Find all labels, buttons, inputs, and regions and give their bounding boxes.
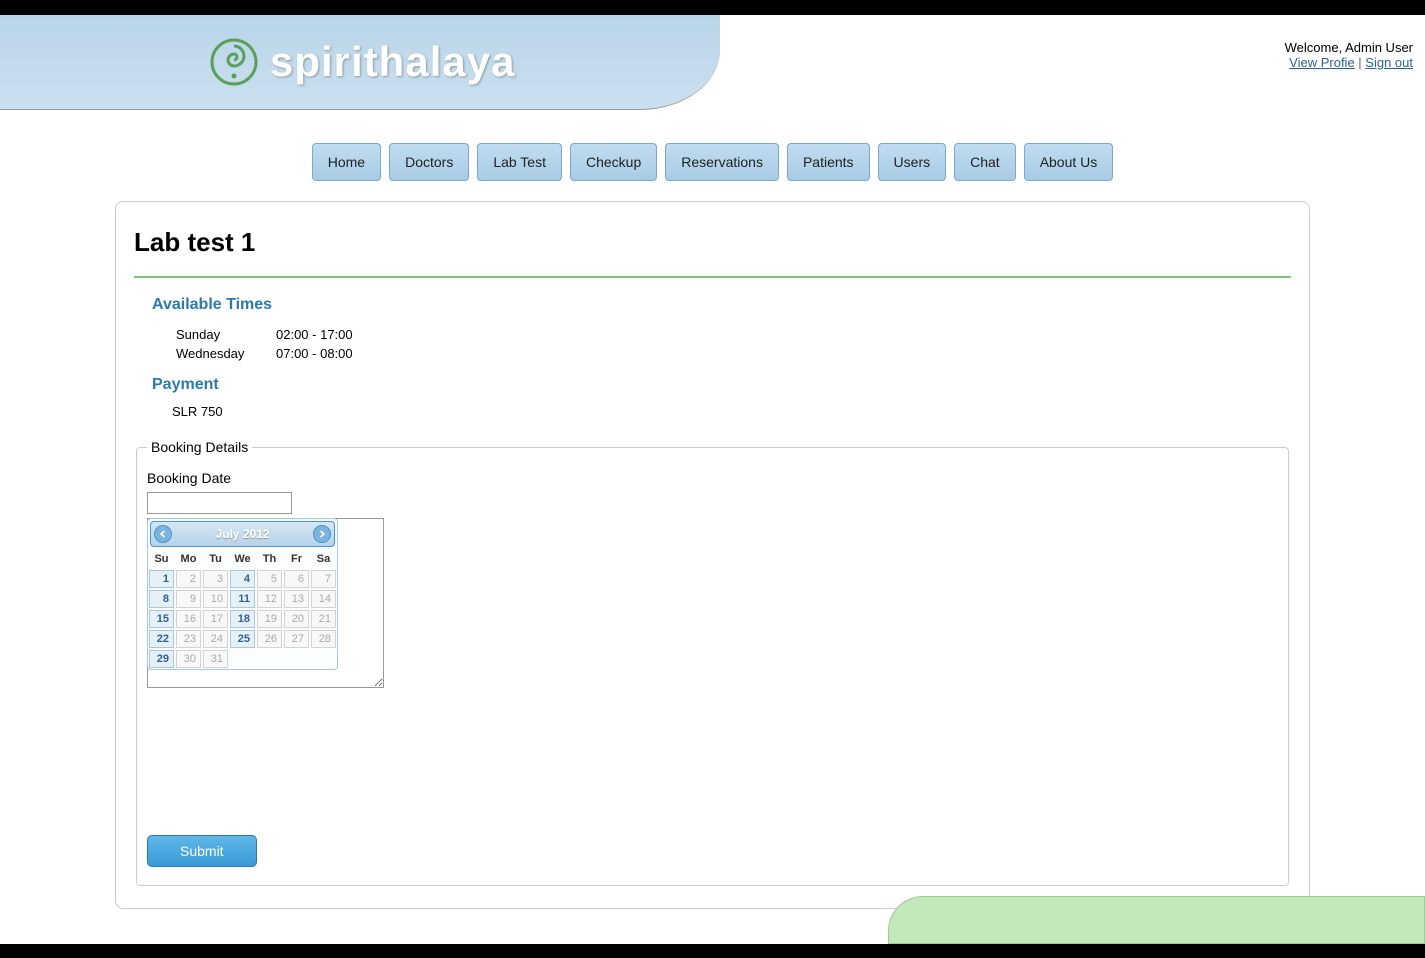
calendar-day: 7 xyxy=(311,570,336,588)
calendar-day: 24 xyxy=(203,630,228,648)
nav-doctors[interactable]: Doctors xyxy=(389,143,469,181)
time-cell: 02:00 - 17:00 xyxy=(276,326,353,343)
page-title: Lab test 1 xyxy=(134,227,1291,278)
calendar-day: 16 xyxy=(176,610,201,628)
available-times-table: Sunday 02:00 - 17:00 Wednesday 07:00 - 0… xyxy=(174,324,355,364)
datepicker-table: SuMoTuWeThFrSa 1234567891011121314151617… xyxy=(148,549,337,669)
booking-date-label: Booking Date xyxy=(147,470,1278,486)
day-header: Mo xyxy=(175,549,202,569)
calendar-day[interactable]: 1 xyxy=(149,570,174,588)
calendar-day: 2 xyxy=(176,570,201,588)
calendar-day[interactable]: 4 xyxy=(230,570,255,588)
day-header: We xyxy=(229,549,256,569)
footer-green-panel xyxy=(888,896,1425,944)
calendar-day: 12 xyxy=(257,590,282,608)
calendar-day: 27 xyxy=(284,630,309,648)
nav-users[interactable]: Users xyxy=(878,143,947,181)
next-month-icon[interactable] xyxy=(313,525,331,543)
calendar-day: 23 xyxy=(176,630,201,648)
calendar-day: 31 xyxy=(203,650,228,668)
welcome-text: Welcome, Admin User xyxy=(1285,40,1413,55)
day-cell: Wednesday xyxy=(176,345,274,362)
calendar-day: 10 xyxy=(203,590,228,608)
datepicker-title: July 2012 xyxy=(151,527,334,541)
date-picker: July 2012 SuMoTuWeThFrSa 123456789101112… xyxy=(147,518,338,670)
logo-icon xyxy=(210,38,258,86)
content-panel: Lab test 1 Available Times Sunday 02:00 … xyxy=(115,201,1310,909)
nav-bar: Home Doctors Lab Test Checkup Reservatio… xyxy=(0,143,1425,181)
calendar-day: 6 xyxy=(284,570,309,588)
payment-heading: Payment xyxy=(152,376,1291,394)
nav-about-us[interactable]: About Us xyxy=(1024,143,1114,181)
day-header: Th xyxy=(256,549,283,569)
header-banner: spirithalaya xyxy=(0,15,720,110)
calendar-day[interactable]: 15 xyxy=(149,610,174,628)
bottom-black-bar xyxy=(0,944,1425,958)
table-row: Wednesday 07:00 - 08:00 xyxy=(176,345,353,362)
top-black-bar xyxy=(0,0,1425,15)
calendar-day: 30 xyxy=(176,650,201,668)
calendar-day[interactable]: 22 xyxy=(149,630,174,648)
nav-reservations[interactable]: Reservations xyxy=(665,143,779,181)
calendar-day: 28 xyxy=(311,630,336,648)
view-profile-link[interactable]: View Profie xyxy=(1289,55,1355,70)
calendar-day: 21 xyxy=(311,610,336,628)
sign-out-link[interactable]: Sign out xyxy=(1365,55,1413,70)
day-header: Tu xyxy=(202,549,229,569)
calendar-day: 5 xyxy=(257,570,282,588)
calendar-day[interactable]: 11 xyxy=(230,590,255,608)
nav-checkup[interactable]: Checkup xyxy=(570,143,657,181)
booking-fieldset: Booking Details Booking Date July 2012 xyxy=(136,439,1289,886)
available-times-heading: Available Times xyxy=(152,296,1291,314)
calendar-day: 26 xyxy=(257,630,282,648)
day-cell: Sunday xyxy=(176,326,274,343)
nav-patients[interactable]: Patients xyxy=(787,143,870,181)
logo-text: spirithalaya xyxy=(270,38,515,86)
calendar-day[interactable]: 8 xyxy=(149,590,174,608)
calendar-day: 9 xyxy=(176,590,201,608)
calendar-day: 13 xyxy=(284,590,309,608)
calendar-day: 14 xyxy=(311,590,336,608)
time-cell: 07:00 - 08:00 xyxy=(276,345,353,362)
submit-button[interactable]: Submit xyxy=(147,835,257,867)
day-header: Sa xyxy=(310,549,337,569)
calendar-day: 20 xyxy=(284,610,309,628)
calendar-day: 19 xyxy=(257,610,282,628)
nav-lab-test[interactable]: Lab Test xyxy=(477,143,562,181)
booking-date-input[interactable] xyxy=(147,492,292,514)
calendar-day: 17 xyxy=(203,610,228,628)
nav-home[interactable]: Home xyxy=(312,143,381,181)
datepicker-header: July 2012 xyxy=(150,521,335,547)
booking-legend: Booking Details xyxy=(147,439,252,455)
day-header: Su xyxy=(148,549,175,569)
table-row: Sunday 02:00 - 17:00 xyxy=(176,326,353,343)
calendar-day[interactable]: 29 xyxy=(149,650,174,668)
user-info: Welcome, Admin User View Profie | Sign o… xyxy=(1285,15,1425,70)
payment-value: SLR 750 xyxy=(172,404,1291,419)
calendar-day: 3 xyxy=(203,570,228,588)
nav-chat[interactable]: Chat xyxy=(954,143,1016,181)
day-header: Fr xyxy=(283,549,310,569)
calendar-day[interactable]: 18 xyxy=(230,610,255,628)
calendar-day[interactable]: 25 xyxy=(230,630,255,648)
prev-month-icon[interactable] xyxy=(154,525,172,543)
